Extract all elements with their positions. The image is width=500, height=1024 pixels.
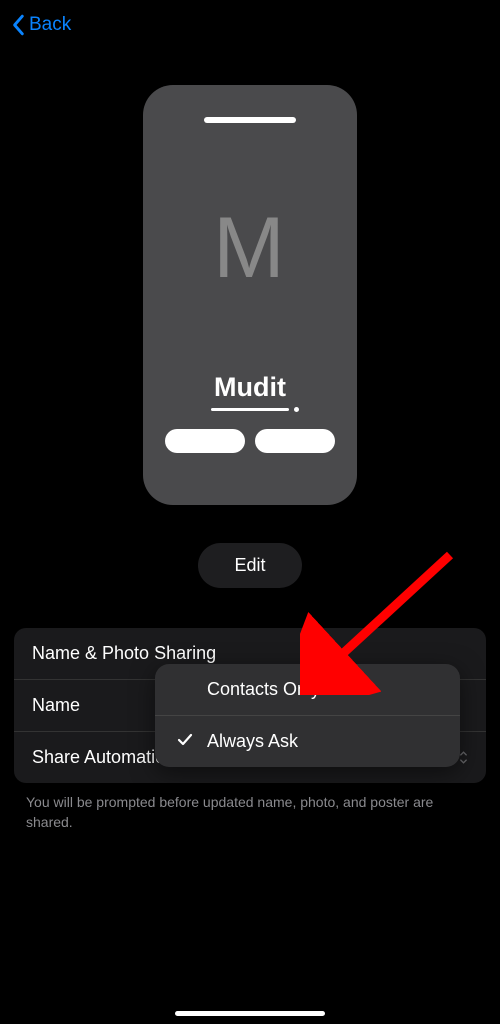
action-pill-row	[165, 429, 335, 453]
updown-selector-icon	[459, 751, 468, 764]
option-label: Contacts Only	[207, 679, 320, 700]
share-automatically-menu: Contacts Only Always Ask	[155, 664, 460, 767]
name-underline	[211, 408, 289, 411]
option-label: Always Ask	[207, 731, 298, 752]
row-label: Name & Photo Sharing	[32, 643, 216, 664]
contact-name: Mudit	[214, 372, 286, 403]
action-pill	[165, 429, 245, 453]
home-indicator[interactable]	[175, 1011, 325, 1016]
notch-bar	[204, 117, 296, 123]
chevron-left-icon	[12, 14, 26, 36]
back-label: Back	[29, 14, 71, 36]
edit-button[interactable]: Edit	[198, 543, 301, 588]
row-label: Name	[32, 695, 80, 716]
contact-poster-preview: M Mudit	[143, 85, 357, 505]
checkmark-icon	[177, 731, 195, 752]
menu-option-always-ask[interactable]: Always Ask	[155, 716, 460, 767]
back-button[interactable]: Back	[12, 14, 71, 36]
action-pill	[255, 429, 335, 453]
footer-hint: You will be prompted before updated name…	[0, 783, 500, 842]
menu-option-contacts-only[interactable]: Contacts Only	[155, 664, 460, 716]
monogram: M	[213, 199, 287, 298]
